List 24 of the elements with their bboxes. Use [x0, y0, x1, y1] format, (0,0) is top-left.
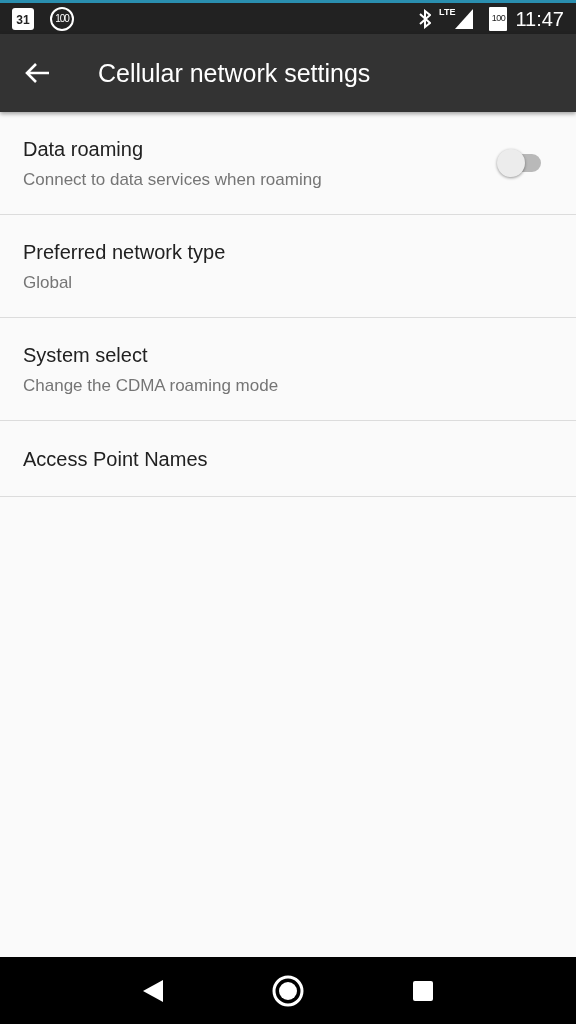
toggle-switch[interactable]	[497, 149, 541, 177]
setting-summary: Global	[23, 271, 74, 294]
bluetooth-icon	[419, 8, 432, 29]
battery-icon: 100	[489, 6, 508, 31]
setting-title: Preferred network type	[23, 239, 227, 265]
settings-item[interactable]: Preferred network type Global	[0, 215, 576, 318]
setting-title: System select	[23, 342, 149, 368]
notification-icon: 100	[50, 6, 74, 31]
page-title: Cellular network settings	[98, 58, 371, 88]
setting-summary: Connect to data services when roaming	[23, 168, 323, 191]
clock: 11:47	[515, 6, 564, 32]
settings-item[interactable]: System select Change the CDMA roaming mode	[0, 318, 576, 421]
back-icon[interactable]	[24, 62, 50, 84]
settings-item[interactable]: Data roaming Connect to data services when roaming	[0, 112, 576, 215]
setting-title: Access Point Names	[23, 446, 209, 472]
overview-icon[interactable]	[412, 979, 434, 1002]
setting-summary: Change the CDMA roaming mode	[23, 374, 280, 397]
back-nav-icon[interactable]	[142, 978, 164, 1003]
setting-title: Data roaming	[23, 136, 145, 162]
signal-icon	[455, 8, 474, 29]
network-type-label: LTE	[439, 7, 456, 17]
home-icon[interactable]	[272, 974, 304, 1007]
calendar-icon: 31	[12, 7, 34, 30]
settings-item[interactable]: Access Point Names	[0, 421, 576, 497]
